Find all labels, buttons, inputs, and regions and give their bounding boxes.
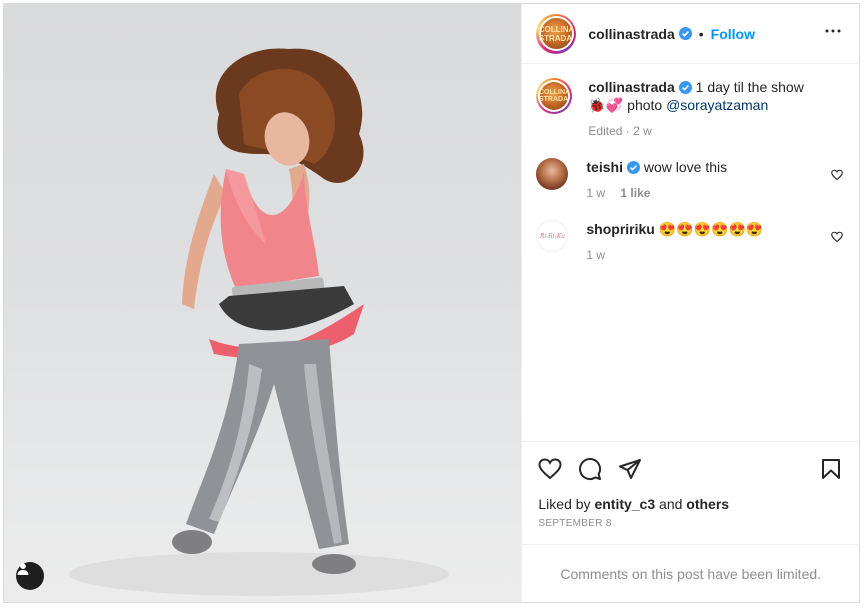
photo-illustration: [69, 48, 449, 596]
liked-by-others-link[interactable]: others: [686, 496, 729, 512]
comment-text: wow love this: [643, 159, 728, 175]
header-separator: •: [698, 25, 704, 42]
share-paper-plane-icon[interactable]: [618, 457, 642, 481]
verified-badge-icon: [626, 161, 640, 174]
verified-badge-icon: [678, 81, 692, 94]
author-username[interactable]: collinastrada: [588, 26, 674, 42]
comment-icon[interactable]: [578, 457, 602, 481]
caption-meta: Edited · 2 w: [588, 124, 652, 138]
comment-likes[interactable]: 1 like: [620, 186, 650, 200]
author-avatar-image: COLLINA STRADA: [539, 18, 574, 49]
comments-limited-notice: Comments on this post have been limited.: [522, 544, 859, 602]
post-sidebar: COLLINA STRADA collinastrada • Follow CO…: [521, 4, 859, 602]
comments-list[interactable]: COLLINA STRADA collinastrada 1 day til t…: [522, 64, 859, 441]
user-icon: [17, 563, 29, 575]
post-photo[interactable]: [4, 4, 522, 602]
caption-mention-link[interactable]: @sorayatzaman: [666, 97, 768, 113]
post-date[interactable]: SEPTEMBER 8: [522, 512, 859, 544]
save-bookmark-icon[interactable]: [819, 457, 843, 481]
comment-item: Ri-Ri-Ku shopririku 😍😍😍😍😍😍 1 w: [536, 220, 843, 264]
caption-emoji: 🐞💞: [588, 97, 624, 113]
comment-avatar[interactable]: [536, 158, 569, 190]
follow-button[interactable]: Follow: [711, 26, 755, 42]
edited-label: Edited: [588, 124, 623, 138]
comment-username[interactable]: shopririku: [586, 221, 654, 237]
comment-item: teishi wow love this 1 w 1 like: [536, 158, 843, 202]
caption-photo-credit: photo: [627, 97, 663, 113]
caption-time[interactable]: 2 w: [633, 124, 652, 138]
likes-summary: Liked by entity_c3 and others: [538, 496, 730, 512]
post-header: COLLINA STRADA collinastrada • Follow: [522, 4, 859, 64]
comment-avatar[interactable]: Ri-Ri-Ku: [536, 220, 569, 252]
comment-text: 😍😍😍😍😍😍: [658, 221, 764, 237]
caption: COLLINA STRADA collinastrada 1 day til t…: [536, 64, 843, 140]
tagged-users-button[interactable]: [16, 562, 44, 590]
like-heart-icon[interactable]: [538, 457, 562, 481]
comment-username[interactable]: teishi: [586, 159, 623, 175]
instagram-post: COLLINA STRADA collinastrada • Follow CO…: [3, 3, 860, 603]
comment-time[interactable]: 1 w: [586, 248, 605, 262]
liked-by-user-link[interactable]: entity_c3: [594, 496, 655, 512]
caption-text: 1 day til the show: [695, 79, 804, 95]
comment-time[interactable]: 1 w: [586, 186, 605, 200]
comment-like-heart-icon[interactable]: [831, 168, 843, 186]
author-avatar[interactable]: COLLINA STRADA: [536, 13, 577, 54]
caption-username[interactable]: collinastrada: [588, 79, 674, 95]
verified-badge-icon: [678, 27, 692, 40]
caption-avatar[interactable]: COLLINA STRADA: [536, 78, 573, 114]
post-actions-bar: [522, 441, 859, 496]
more-options-icon[interactable]: [821, 19, 845, 48]
comment-like-heart-icon[interactable]: [831, 230, 843, 248]
